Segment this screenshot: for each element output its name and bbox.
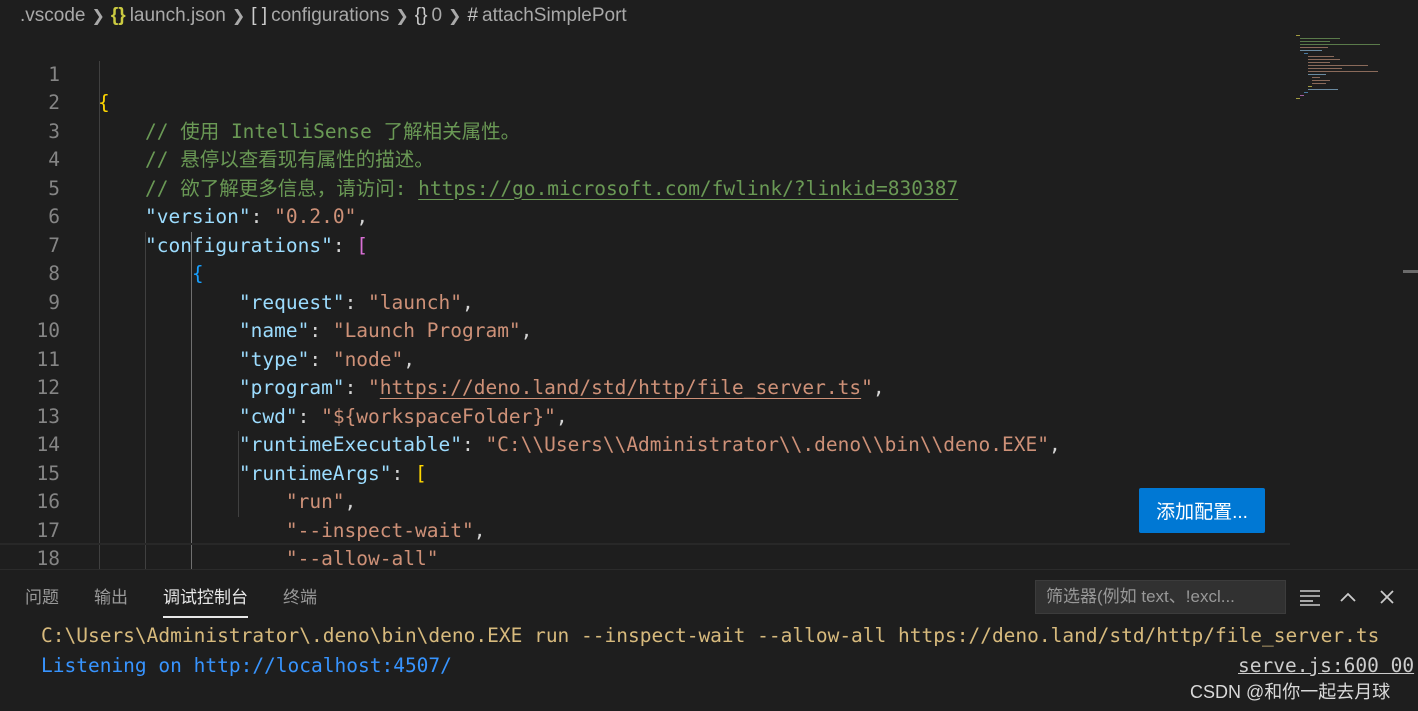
code-line: 15 "run", bbox=[0, 431, 1290, 514]
code-line: 17 "--allow-all" bbox=[0, 488, 1290, 570]
breadcrumb-item-attach-simple-port[interactable]: attachSimplePort bbox=[482, 5, 627, 27]
code-line: 8 "request": "launch", bbox=[0, 232, 1290, 314]
filter-lines-icon[interactable] bbox=[1295, 582, 1325, 612]
tab-terminal[interactable]: 终端 bbox=[283, 570, 317, 626]
console-listening-line: Listening on http://localhost:4507/ bbox=[41, 654, 452, 677]
code-line: 3 // 悬停以查看现有属性的描述。 bbox=[0, 89, 1290, 172]
watermark: CSDN @和你一起去月球 bbox=[1190, 682, 1391, 702]
code-line: 2 // 使用 IntelliSense 了解相关属性。 bbox=[0, 61, 1290, 143]
vertical-scrollbar[interactable] bbox=[1403, 32, 1418, 569]
object-braces-icon: {} bbox=[414, 5, 428, 26]
console-source-link[interactable]: serve.js:600 00 bbox=[1238, 652, 1414, 680]
code-line-current: 19 "attachSimplePort": 9229 bbox=[0, 543, 1290, 569]
array-brackets-icon: [ ] bbox=[251, 5, 268, 26]
tab-problems[interactable]: 问题 bbox=[25, 570, 59, 626]
code-line: 4 // 欲了解更多信息，请访问: https://go.microsoft.c… bbox=[0, 118, 1290, 200]
close-icon[interactable] bbox=[1372, 582, 1402, 612]
code-line: 11 "program": "https://deno.land/std/htt… bbox=[0, 317, 1290, 400]
code-line: 9 "name": "Launch Program", bbox=[0, 260, 1290, 343]
breadcrumb-item-0[interactable]: 0 bbox=[431, 5, 442, 27]
chevron-right-icon: ❯ bbox=[448, 8, 462, 25]
code-line: 5 "version": "0.2.0", bbox=[0, 146, 1290, 229]
chevron-right-icon: ❯ bbox=[91, 8, 105, 25]
filter-input[interactable] bbox=[1035, 580, 1286, 614]
breadcrumb-item-configurations[interactable]: configurations bbox=[271, 5, 389, 27]
json-braces-icon: {} bbox=[110, 5, 126, 26]
panel-tabs: 问题 输出 调试控制台 终端 bbox=[0, 570, 327, 626]
code-line: 6 "configurations": [ bbox=[0, 175, 1290, 257]
breadcrumb: .vscode ❯ {} launch.json ❯ [ ] configura… bbox=[0, 0, 1418, 32]
code-line: 12 "cwd": "${workspaceFolder}", bbox=[0, 346, 1290, 428]
code-line: 16 "--inspect-wait", bbox=[0, 460, 1290, 542]
breadcrumb-item-vscode[interactable]: .vscode bbox=[20, 5, 85, 27]
number-symbol-icon: # bbox=[467, 5, 479, 26]
minimap[interactable] bbox=[1290, 32, 1400, 112]
add-configuration-button[interactable]: 添加配置... bbox=[1139, 488, 1265, 533]
chevron-up-icon[interactable] bbox=[1333, 582, 1363, 612]
code-line: 7 { bbox=[0, 203, 1290, 286]
scrollbar-cursor-marker bbox=[1403, 270, 1418, 273]
tab-debug-console[interactable]: 调试控制台 bbox=[163, 570, 248, 626]
code-line: 18 ], bbox=[0, 517, 1290, 569]
tab-output[interactable]: 输出 bbox=[94, 570, 128, 626]
console-command-line: C:\Users\Administrator\.deno\bin\deno.EX… bbox=[41, 624, 1380, 647]
code-line: 10 "type": "node", bbox=[0, 289, 1290, 371]
chevron-right-icon: ❯ bbox=[395, 8, 409, 25]
code-line: 13 "runtimeExecutable": "C:\\Users\\Admi… bbox=[0, 374, 1290, 457]
code-line: 14 "runtimeArgs": [ bbox=[0, 403, 1290, 485]
code-line: 1 { bbox=[0, 32, 1290, 115]
breadcrumb-item-launch-json[interactable]: launch.json bbox=[130, 5, 226, 27]
chevron-right-icon: ❯ bbox=[231, 8, 246, 25]
bottom-panel: 问题 输出 调试控制台 终端 C:\Users\Administrator\.d… bbox=[0, 569, 1418, 711]
